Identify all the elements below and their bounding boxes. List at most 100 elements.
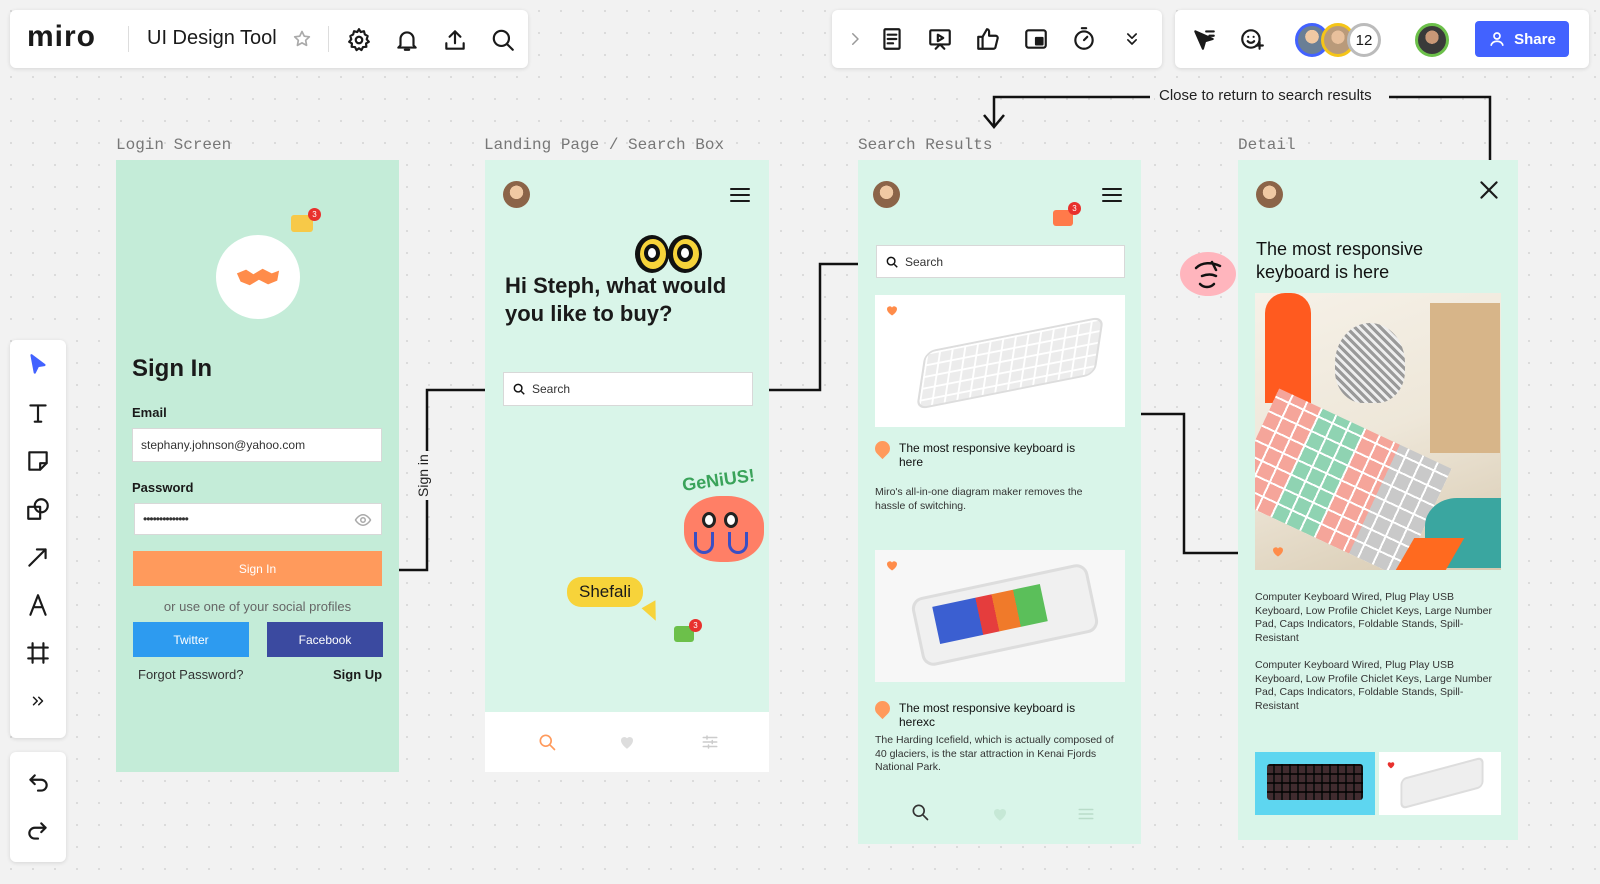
- brand-logo: [216, 235, 300, 319]
- collaborator-cursor-label: Shefali: [567, 577, 643, 607]
- header-divider: [128, 26, 129, 52]
- connector-label: Sign in: [415, 451, 431, 500]
- eye: [644, 244, 660, 262]
- avatar[interactable]: [1415, 23, 1449, 57]
- share-label: Share: [1514, 30, 1556, 48]
- keyboard-body: [1400, 756, 1484, 810]
- search-icon[interactable]: [535, 730, 559, 754]
- filter-icon[interactable]: [1074, 802, 1098, 826]
- forgot-password-link[interactable]: Forgot Password?: [138, 667, 244, 682]
- more-tools-icon[interactable]: [23, 686, 53, 716]
- avatar[interactable]: [873, 181, 900, 208]
- upload-icon[interactable]: [440, 25, 470, 55]
- location-pin-icon: [871, 697, 894, 720]
- notes-icon[interactable]: [877, 24, 907, 54]
- close-icon[interactable]: [1476, 177, 1502, 203]
- video-card-icon[interactable]: [1021, 24, 1051, 54]
- favorite-heart-icon[interactable]: [886, 558, 898, 571]
- search-icon[interactable]: [488, 25, 518, 55]
- password-field[interactable]: ••••••••••••••: [134, 503, 382, 535]
- favorite-heart-icon[interactable]: [886, 303, 898, 316]
- genius-text: GeNiUS!: [680, 465, 756, 495]
- board-title[interactable]: UI Design Tool: [147, 27, 277, 50]
- miro-logo[interactable]: miro: [27, 20, 96, 54]
- product-image-keyboard-color[interactable]: [875, 550, 1125, 682]
- keyboard-body: [915, 315, 1105, 411]
- password-value: ••••••••••••••: [143, 512, 189, 526]
- avatar[interactable]: [1256, 181, 1283, 208]
- redo-icon[interactable]: [23, 816, 53, 846]
- presentation-icon[interactable]: [925, 24, 955, 54]
- favorite-heart-icon[interactable]: [1387, 756, 1395, 769]
- shapes-icon[interactable]: [23, 494, 53, 524]
- detail-frame: The most responsive keyboard is here Com…: [1238, 160, 1518, 840]
- hand-outline: [1194, 260, 1222, 289]
- chevron-right-icon[interactable]: [844, 27, 866, 51]
- login-frame: 3 Sign In Email stephany.johnson@yahoo.c…: [116, 160, 399, 772]
- keyboard-body: [1267, 764, 1363, 800]
- bell-icon[interactable]: [392, 25, 422, 55]
- pen-icon[interactable]: [23, 590, 53, 620]
- notification-badge: 3: [308, 208, 321, 221]
- facebook-button[interactable]: Facebook: [267, 622, 383, 657]
- header-divider-2: [328, 26, 329, 52]
- hamburger-menu-icon[interactable]: [1100, 184, 1124, 206]
- cursor-follow-icon[interactable]: [1189, 24, 1219, 54]
- heart-icon[interactable]: [988, 802, 1012, 826]
- search-icon[interactable]: [908, 800, 932, 824]
- detail-description-2: Computer Keyboard Wired, Plug Play USB K…: [1255, 659, 1492, 712]
- double-chevron-down-icon[interactable]: [1117, 24, 1147, 54]
- thumbnail-keyboard-white[interactable]: [1379, 752, 1501, 815]
- email-field[interactable]: stephany.johnson@yahoo.com: [132, 428, 382, 462]
- search-input[interactable]: Search: [876, 245, 1125, 278]
- text-tool-icon[interactable]: [23, 398, 53, 428]
- landing-frame: Hi Steph, what would you like to buy? Se…: [485, 160, 769, 772]
- sign-up-link[interactable]: Sign Up: [333, 667, 382, 682]
- frame-icon[interactable]: [23, 638, 53, 668]
- frame-label-detail: Detail: [1238, 136, 1296, 154]
- hamburger-menu-icon[interactable]: [728, 184, 752, 206]
- user-toolbar: 12 Share: [1175, 10, 1589, 68]
- gear-icon[interactable]: [344, 25, 374, 55]
- eyes-sticker[interactable]: [635, 235, 703, 273]
- connector-arrow-icon[interactable]: [23, 542, 53, 572]
- search-input[interactable]: Search: [503, 372, 753, 406]
- result-title-2[interactable]: The most responsive keyboard is herexc: [899, 701, 1084, 729]
- result-description-2: The Harding Icefield, which is actually …: [875, 734, 1114, 773]
- thumbs-up-icon[interactable]: [973, 24, 1003, 54]
- sign-in-button[interactable]: Sign In: [133, 551, 382, 586]
- board-header: miro UI Design Tool: [10, 10, 528, 68]
- thumbnail-keyboard-blue[interactable]: [1255, 752, 1375, 815]
- eye: [724, 512, 738, 528]
- reaction-add-icon[interactable]: [1237, 24, 1267, 54]
- pointing-hand-sticker[interactable]: [1180, 248, 1244, 298]
- search-placeholder: Search: [532, 382, 571, 396]
- product-hero-image[interactable]: [1255, 293, 1501, 570]
- result-title-1[interactable]: The most responsive keyboard is here: [899, 441, 1084, 469]
- heart-icon[interactable]: [615, 730, 639, 754]
- eye: [677, 244, 693, 262]
- avatar[interactable]: [503, 181, 530, 208]
- detail-title: The most responsive keyboard is here: [1256, 239, 1424, 282]
- flow-note: Close to return to search results: [1155, 87, 1376, 104]
- share-button[interactable]: Share: [1475, 21, 1569, 57]
- collaborator-cursor-icon: [641, 600, 665, 624]
- wood-board: [1430, 303, 1500, 453]
- genius-sticker[interactable]: GeNiUS!: [680, 465, 770, 570]
- timer-icon[interactable]: [1069, 24, 1099, 54]
- eye-icon[interactable]: [354, 511, 372, 529]
- search-icon: [886, 256, 898, 268]
- favorite-heart-icon[interactable]: [1272, 544, 1284, 557]
- filter-icon[interactable]: [698, 730, 722, 754]
- location-pin-icon: [871, 437, 894, 460]
- result-description-1: Miro's all-in-one diagram maker removes …: [875, 486, 1083, 512]
- product-image-keyboard-white[interactable]: [875, 295, 1125, 427]
- undo-icon[interactable]: [23, 768, 53, 798]
- star-icon[interactable]: [290, 27, 314, 51]
- sticky-note-icon[interactable]: [23, 446, 53, 476]
- user-icon: [1490, 32, 1504, 47]
- avatar-count[interactable]: 12: [1347, 23, 1381, 57]
- select-cursor-icon[interactable]: [23, 350, 53, 380]
- bird-figurine: [1335, 323, 1405, 403]
- twitter-button[interactable]: Twitter: [133, 622, 249, 657]
